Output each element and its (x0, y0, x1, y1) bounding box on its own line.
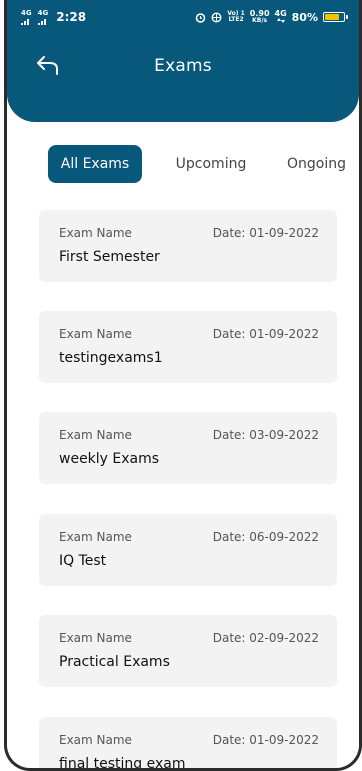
signal-bars-icon (21, 18, 29, 25)
status-left: 4G 4G 2:28 (21, 8, 87, 25)
exam-card[interactable]: Exam Name Date: 01-09-2022 First Semeste… (39, 210, 337, 282)
battery-percent: 80% (291, 10, 318, 24)
exam-name-label: Exam Name (59, 733, 132, 747)
exam-name: IQ Test (59, 553, 107, 569)
tab-upcoming[interactable]: Upcoming (166, 145, 256, 183)
exam-name-label: Exam Name (59, 428, 132, 442)
exam-name: Practical Exams (59, 654, 170, 670)
speed-indicator: 0.90 KB/s (250, 10, 270, 24)
net-type: 4G (274, 8, 287, 18)
tab-ongoing[interactable]: Ongoing (287, 145, 359, 183)
exam-name: First Semester (59, 249, 160, 265)
exam-name: weekly Exams (59, 451, 160, 467)
exam-tabs: All Exams Upcoming Ongoing (7, 145, 359, 185)
page-title: Exams (154, 56, 212, 76)
battery-icon (323, 12, 348, 22)
exam-card[interactable]: Exam Name Date: 03-09-2022 weekly Exams (39, 412, 337, 484)
tab-all-exams[interactable]: All Exams (48, 145, 142, 183)
exam-date: Date: 01-09-2022 (212, 226, 319, 240)
signal-bars-icon (37, 18, 46, 25)
exam-name: final testing exam (59, 756, 186, 771)
exam-card[interactable]: Exam Name Date: 01-09-2022 final testing… (39, 717, 337, 771)
phone-frame: 4G 4G 2:28 Vo) 1 LTE2 0.90 KB/s 4G 80% E… (4, 0, 362, 771)
volte-indicator: Vo) 1 LTE2 (227, 11, 244, 23)
network-label-2: 4G (37, 8, 49, 17)
exam-name: testingexams1 (59, 350, 163, 366)
data-arrows-icon (276, 17, 285, 23)
exam-date: Date: 01-09-2022 (212, 733, 319, 747)
exam-card[interactable]: Exam Name Date: 01-09-2022 testingexams1 (39, 311, 337, 383)
exam-date: Date: 06-09-2022 (212, 530, 319, 544)
speed-unit: KB/s (252, 17, 268, 24)
signal-icon-2: 4G (37, 8, 49, 25)
status-time: 2:28 (56, 10, 87, 24)
status-right: Vo) 1 LTE2 0.90 KB/s 4G 80% (195, 8, 348, 25)
net-type-indicator: 4G (274, 8, 287, 25)
exam-name-label: Exam Name (59, 327, 132, 341)
volte-bottom: LTE2 (228, 16, 244, 23)
signal-icon-1: 4G (21, 8, 32, 25)
exam-card[interactable]: Exam Name Date: 02-09-2022 Practical Exa… (39, 615, 337, 687)
exam-card[interactable]: Exam Name Date: 06-09-2022 IQ Test (39, 514, 337, 586)
exam-date: Date: 03-09-2022 (212, 428, 319, 442)
exam-date: Date: 01-09-2022 (212, 327, 319, 341)
app-header: 4G 4G 2:28 Vo) 1 LTE2 0.90 KB/s 4G 80% E… (7, 0, 359, 122)
status-bar: 4G 4G 2:28 Vo) 1 LTE2 0.90 KB/s 4G 80% (7, 0, 359, 34)
alarm-icon (195, 12, 206, 23)
network-label-1: 4G (21, 8, 32, 17)
exam-name-label: Exam Name (59, 530, 132, 544)
exam-date: Date: 02-09-2022 (212, 631, 319, 645)
battery-fill (325, 14, 340, 20)
exam-name-label: Exam Name (59, 226, 132, 240)
exam-name-label: Exam Name (59, 631, 132, 645)
hotspot-icon (211, 11, 222, 23)
